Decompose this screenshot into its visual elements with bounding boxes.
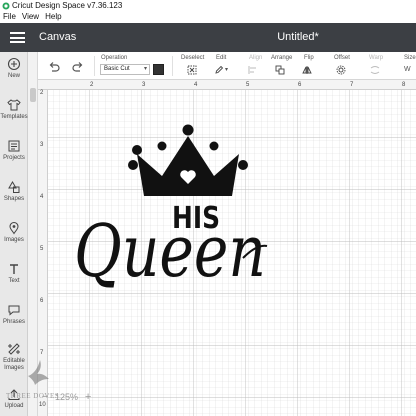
redo-icon[interactable] [71,60,85,74]
menu-bar: File View Help [0,11,416,23]
sidebar-label-templates: Templates [0,114,28,120]
sidebar-item-phrases[interactable]: Phrases [0,300,28,338]
operation-color-swatch[interactable] [153,64,164,75]
arrange-label: Arrange [271,55,293,61]
offset-label: Offset [334,55,350,61]
zoom-level: 125% [55,392,79,402]
shapes-icon [8,181,20,193]
deselect-icon[interactable] [187,65,197,75]
sidebar-label-text: Text [8,278,20,284]
offset-icon[interactable] [336,65,346,75]
sidebar-item-projects[interactable]: Projects [0,136,28,174]
sidebar-item-templates[interactable]: Templates [0,95,28,133]
warp-icon[interactable] [370,65,380,75]
size-width-label: W [404,66,411,73]
deselect-label: Deselect [181,55,205,61]
undo-icon[interactable] [47,60,61,74]
flip-label: Flip [304,55,314,61]
edit-label: Edit [216,55,227,61]
align-icon[interactable] [248,65,258,75]
operation-select[interactable]: Basic Cut ▾ [100,64,150,75]
operation-label: Operation [101,55,128,61]
text-icon [10,264,18,274]
menu-help[interactable]: Help [42,11,64,23]
operation-value: Basic Cut [104,66,130,72]
cricut-logo-icon [2,2,10,10]
warp-label: Warp [369,55,384,61]
design-canvas[interactable]: 2 3 4 5 6 7 8 2 3 4 5 6 7 10 HIS Queen [38,80,416,416]
sidebar-label-new: New [7,73,20,79]
zoom-out-button[interactable]: − [38,390,52,404]
chevron-down-icon: ▾ [143,66,147,72]
menu-view[interactable]: View [19,11,42,23]
arrange-icon[interactable] [275,65,285,75]
editable-images-icon [8,343,20,355]
project-title[interactable]: Untitled* [0,23,416,52]
window-title: Cricut Design Space v7.36.123 [12,1,123,10]
os-title-bar: Cricut Design Space v7.36.123 [0,0,416,11]
zoom-control: − 125% + [38,388,128,406]
sidebar-label-images: Images [4,237,24,243]
edit-chevron-down-icon[interactable]: ▾ [225,65,235,75]
sidebar-item-new[interactable]: New [0,54,28,92]
images-icon [9,221,19,235]
toolbar-divider [94,56,95,76]
menu-file[interactable]: File [0,11,19,23]
sidebar-label-shapes: Shapes [3,196,25,202]
phrases-icon [8,305,20,316]
edit-toolbar: Operation Basic Cut ▾ Deselect Edit ▾ Al… [38,52,416,80]
toolbar-divider [172,56,173,76]
pencil-icon[interactable] [214,65,224,75]
sidebar-label-phrases: Phrases [2,319,25,325]
plus-circle-icon [7,57,21,71]
app-header: Canvas Untitled* [0,23,416,52]
flip-icon[interactable] [302,65,312,75]
dove-icon [28,360,49,385]
sidebar-item-text[interactable]: Text [0,259,28,297]
sidebar-item-images[interactable]: Images [0,218,28,256]
sidebar-scrollbar-thumb[interactable] [30,88,36,102]
his-queen-design[interactable]: HIS Queen [38,80,416,416]
sidebar-label-projects: Projects [3,155,25,161]
projects-icon [8,140,20,152]
crown-graphic [128,124,248,196]
sidebar-item-shapes[interactable]: Shapes [0,177,28,215]
size-label: Size [404,55,416,61]
align-label: Align [249,55,263,61]
shirt-icon [7,99,21,111]
zoom-in-button[interactable]: + [81,390,95,404]
design-word-queen: Queen [74,209,266,293]
